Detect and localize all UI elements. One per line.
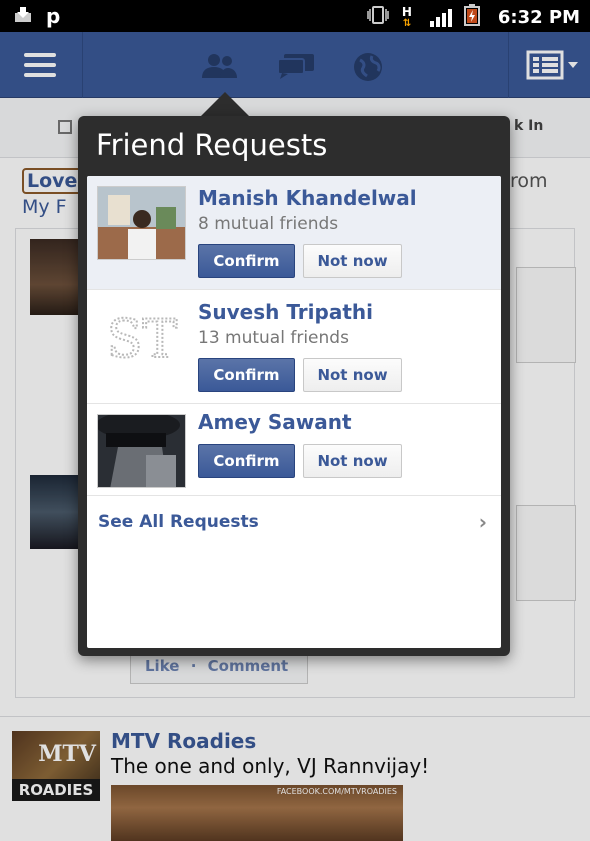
signal-icon [429,7,452,27]
download-icon [14,5,32,28]
clock: 6:32 PM [497,6,580,28]
avatar[interactable] [97,414,186,488]
battery-icon [463,4,480,30]
mutual-friends[interactable]: 13 mutual friends [198,328,349,348]
see-all-label: See All Requests [98,512,259,532]
friend-requests-popover: Friend Requests Manish Khandelwal 8 mutu… [78,116,510,656]
requester-name[interactable]: Amey Sawant [198,410,352,434]
mutual-friends[interactable]: 8 mutual friends [198,214,338,234]
hspa-icon: H ⇅ [401,5,418,29]
not-now-button[interactable]: Not now [303,244,402,278]
not-now-button[interactable]: Not now [303,444,402,478]
friend-request-item: Manish Khandelwal 8 mutual friends Confi… [87,176,501,290]
p-icon: p [46,4,61,28]
requester-name[interactable]: Manish Khandelwal [198,186,417,210]
avatar[interactable] [97,186,186,260]
popover-title: Friend Requests [96,128,328,162]
hspa-arrows: ⇅ [402,18,412,29]
hspa-label: H [401,5,412,19]
avatar[interactable]: ST [97,300,186,374]
chevron-right-icon: › [478,510,487,534]
vibrate-icon [366,5,390,29]
see-all-requests-link[interactable]: See All Requests › [87,496,501,548]
confirm-button[interactable]: Confirm [198,358,295,392]
avatar-initials: ST [107,310,178,370]
friend-request-item: Amey Sawant Confirm Not now [87,404,501,496]
status-bar: p H ⇅ 6:32 PM [0,0,590,32]
confirm-button[interactable]: Confirm [198,244,295,278]
friend-request-item: ST Suvesh Tripathi 13 mutual friends Con… [87,290,501,404]
confirm-button[interactable]: Confirm [198,444,295,478]
requester-name[interactable]: Suvesh Tripathi [198,300,373,324]
popover-pointer [201,92,249,116]
requests-list: Manish Khandelwal 8 mutual friends Confi… [87,176,501,648]
not-now-button[interactable]: Not now [303,358,402,392]
